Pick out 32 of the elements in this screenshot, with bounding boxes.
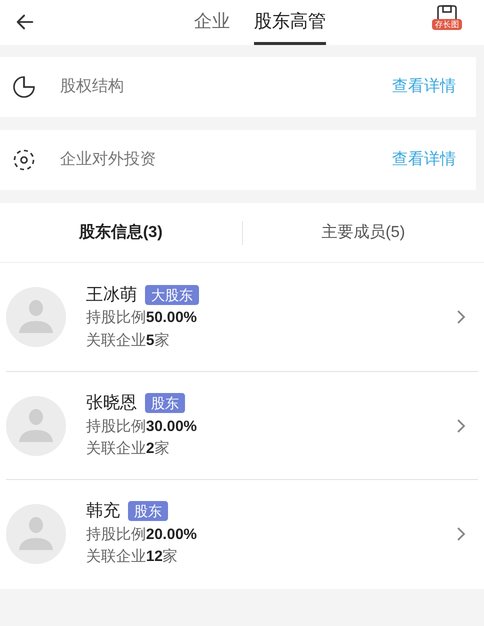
shareholder-name: 韩充 <box>86 500 120 522</box>
shareholder-name: 张晓恩 <box>86 392 137 414</box>
save-long-image-button[interactable]: 存长图 <box>432 5 462 30</box>
shareholder-tag: 大股东 <box>145 284 199 304</box>
related-companies: 关联企业2家 <box>86 439 170 460</box>
avatar-icon <box>6 504 66 564</box>
related-companies: 关联企业5家 <box>86 330 170 351</box>
shareholder-row[interactable]: 韩充 股东 持股比例20.00% 关联企业12家 <box>6 479 478 587</box>
avatar-icon <box>6 396 66 456</box>
chevron-right-icon <box>456 418 466 434</box>
avatar-icon <box>6 287 66 347</box>
share-ratio: 持股比例20.00% <box>86 524 198 545</box>
shareholder-row[interactable]: 张晓恩 股东 持股比例30.00% 关联企业2家 <box>6 371 478 479</box>
chevron-right-icon <box>456 526 466 542</box>
entry-label: 企业对外投资 <box>60 150 157 170</box>
entry-card[interactable]: 企业对外投资 查看详情 <box>0 130 476 190</box>
section-tab[interactable]: 主要成员(5) <box>321 220 406 244</box>
pie-chart-icon <box>12 75 36 99</box>
shareholder-tag: 股东 <box>145 393 185 413</box>
entry-label: 股权结构 <box>60 76 125 97</box>
entry-card[interactable]: 股权结构 查看详情 <box>0 57 476 117</box>
target-icon <box>12 148 36 172</box>
header-tab[interactable]: 企业 <box>194 0 230 45</box>
shareholder-name: 王冰萌 <box>86 284 137 306</box>
header-tab[interactable]: 股东高管 <box>254 0 326 45</box>
shareholder-row[interactable]: 王冰萌 大股东 持股比例50.00% 关联企业5家 <box>6 263 478 371</box>
section-tab[interactable]: 股东信息(3) <box>78 220 163 244</box>
chevron-right-icon <box>456 309 466 325</box>
related-companies: 关联企业12家 <box>86 547 179 568</box>
share-ratio: 持股比例30.00% <box>86 416 198 437</box>
share-ratio: 持股比例50.00% <box>86 308 198 328</box>
shareholder-tag: 股东 <box>128 501 168 521</box>
